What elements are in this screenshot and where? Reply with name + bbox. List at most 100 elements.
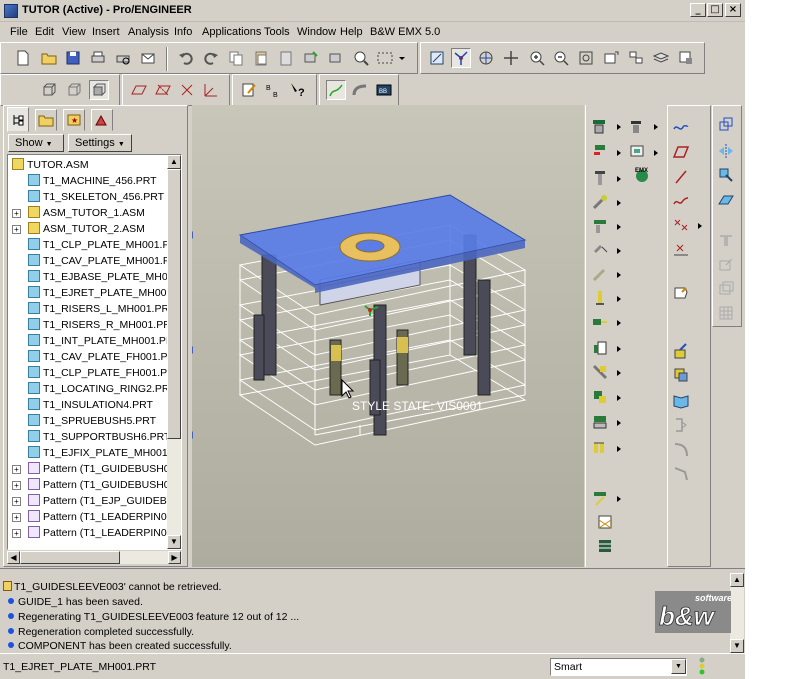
refit-button[interactable] xyxy=(576,48,596,68)
view-manager-button[interactable] xyxy=(626,48,646,68)
copy-feature-button[interactable] xyxy=(717,116,737,136)
tree-vertical-scrollbar[interactable]: ▲ ▼ xyxy=(167,155,181,549)
offset-tool-button[interactable] xyxy=(717,280,737,300)
tab-favorites[interactable]: ★ xyxy=(63,109,85,131)
emx-globe-button[interactable]: EMX xyxy=(633,165,653,185)
menu-help[interactable]: Help xyxy=(340,26,363,38)
emx-pipe-button[interactable] xyxy=(350,80,370,100)
scroll-down-button[interactable]: ▼ xyxy=(167,535,181,549)
tree-item[interactable]: Pattern (T1_GUIDEBUSH00 xyxy=(28,477,175,493)
menu-analysis[interactable]: Analysis xyxy=(128,26,169,38)
expand-toggle[interactable]: + xyxy=(12,513,21,522)
regen-manager-button[interactable] xyxy=(326,48,346,68)
shading-button[interactable] xyxy=(89,80,109,100)
datum-point-offset-button[interactable] xyxy=(672,240,692,260)
tree-item[interactable]: T1_EJBASE_PLATE_MH00 xyxy=(28,269,174,285)
sketch-tool-button[interactable] xyxy=(672,118,692,138)
emx-pin-button[interactable] xyxy=(591,265,611,285)
zoom-out-button[interactable] xyxy=(551,48,571,68)
spin-center-button[interactable] xyxy=(451,48,471,68)
settings-dropdown[interactable]: Settings ▼ xyxy=(68,134,132,152)
emx-guide-button[interactable] xyxy=(591,217,611,237)
emx-gate-button[interactable] xyxy=(591,413,611,433)
paste-special-button[interactable] xyxy=(276,48,296,68)
expand-toggle[interactable]: + xyxy=(12,225,21,234)
show-dropdown[interactable]: Show ▼ xyxy=(8,134,64,152)
scroll-down-button[interactable]: ▼ xyxy=(730,639,744,653)
tree-item[interactable]: T1_INT_PLATE_MH001.PR xyxy=(28,333,174,349)
tree-item[interactable]: Pattern (T1_LEADERPIN002 xyxy=(28,525,178,541)
tree-item[interactable]: Pattern (T1_LEADERPIN002 xyxy=(28,509,178,525)
zoom-in-button[interactable] xyxy=(527,48,547,68)
emx-slider-button[interactable] xyxy=(591,313,611,333)
message-scrollbar[interactable]: ▲ ▼ xyxy=(730,573,744,653)
tree-item[interactable]: T1_CLP_PLATE_FH001.PR xyxy=(28,365,175,381)
tree-item[interactable]: Pattern (T1_EJP_GUIDEBUS xyxy=(28,493,181,509)
regenerate-button[interactable] xyxy=(301,48,321,68)
emx-ejector-button[interactable] xyxy=(591,143,611,163)
expand-toggle[interactable]: + xyxy=(12,209,21,218)
assemble-component-button[interactable] xyxy=(672,366,692,386)
datum-axes-button[interactable] xyxy=(153,80,173,100)
coordinate-system-button[interactable] xyxy=(201,80,221,100)
tree-item[interactable]: T1_INSULATION4.PRT xyxy=(28,397,153,413)
expand-toggle[interactable]: + xyxy=(12,529,21,538)
flexible-component-button[interactable] xyxy=(672,342,692,362)
tree-item[interactable]: T1_SKELETON_456.PRT xyxy=(28,189,164,205)
emx-bolt-button[interactable] xyxy=(591,289,611,309)
scroll-right-button[interactable]: ▶ xyxy=(168,551,181,564)
print-preview-button[interactable] xyxy=(113,48,133,68)
redo-button[interactable] xyxy=(201,48,221,68)
new-file-button[interactable] xyxy=(13,48,33,68)
maximize-button[interactable]: □ xyxy=(707,3,723,17)
datum-points-button[interactable] xyxy=(177,80,197,100)
merge-tool-button[interactable] xyxy=(717,232,737,252)
round-tool-button[interactable] xyxy=(672,440,692,460)
hidden-line-button[interactable] xyxy=(64,80,84,100)
scroll-left-button[interactable]: ◀ xyxy=(7,551,20,564)
open-button[interactable] xyxy=(39,48,59,68)
emx-sprue-button[interactable] xyxy=(591,169,611,189)
saved-views-button[interactable] xyxy=(601,48,621,68)
tree-item[interactable]: T1_EJFIX_PLATE_MH001.F xyxy=(28,445,177,461)
paste-button[interactable] xyxy=(251,48,271,68)
tree-horizontal-scrollbar[interactable]: ◀ ▶ xyxy=(7,551,182,564)
menu-tools[interactable]: Tools xyxy=(264,26,290,38)
tree-item[interactable]: T1_MACHINE_456.PRT xyxy=(28,173,157,189)
datum-planes-button[interactable] xyxy=(129,80,149,100)
emx-angled-button[interactable] xyxy=(591,363,611,383)
emx-leader-pin-button[interactable] xyxy=(591,241,611,261)
tree-item[interactable]: ASM_TUTOR_2.ASM xyxy=(28,221,145,237)
chevron-down-icon[interactable]: ▼ xyxy=(671,659,686,674)
appearance-button[interactable] xyxy=(676,48,696,68)
selection-filter-select[interactable]: Smart ▼ xyxy=(550,658,687,676)
switch-dimensions-button[interactable]: BB xyxy=(263,80,283,100)
traffic-light-icon[interactable] xyxy=(698,657,706,677)
copy-button[interactable] xyxy=(226,48,246,68)
tree-item[interactable]: T1_RISERS_L_MH001.PRT xyxy=(28,301,175,317)
tree-item[interactable]: T1_EJRET_PLATE_MH001. xyxy=(28,285,175,301)
datum-plane-tool-button[interactable] xyxy=(672,143,692,163)
tab-connections[interactable] xyxy=(91,109,113,131)
selection-dropdown[interactable] xyxy=(397,48,407,68)
tab-folder-browser[interactable] xyxy=(35,109,57,131)
search-tool-button[interactable] xyxy=(351,48,371,68)
menu-edit[interactable]: Edit xyxy=(35,26,54,38)
layers-button[interactable] xyxy=(651,48,671,68)
emx-bom-button[interactable] xyxy=(596,513,616,533)
context-help-button[interactable]: ? xyxy=(288,80,308,100)
datum-axis-tool-button[interactable] xyxy=(672,168,692,188)
annotation-button[interactable] xyxy=(239,80,259,100)
expand-toggle[interactable]: + xyxy=(12,497,21,506)
emx-insert-button[interactable] xyxy=(591,388,611,408)
emx-cooling-button[interactable] xyxy=(628,143,648,163)
tree-item[interactable]: T1_RISERS_R_MH001.PRT xyxy=(28,317,177,333)
tree-item[interactable]: T1_CAV_PLATE_MH001.PF xyxy=(28,253,176,269)
mold-assembly-model[interactable]: STYLE STATE: VIS0001 xyxy=(189,105,584,567)
hole-tool-button[interactable] xyxy=(672,416,692,436)
menu-insert[interactable]: Insert xyxy=(92,26,120,38)
tree-item[interactable]: Pattern (T1_GUIDEBUSH00 xyxy=(28,461,175,477)
scroll-up-button[interactable]: ▲ xyxy=(730,573,744,587)
pan-button[interactable] xyxy=(501,48,521,68)
menu-view[interactable]: View xyxy=(62,26,86,38)
